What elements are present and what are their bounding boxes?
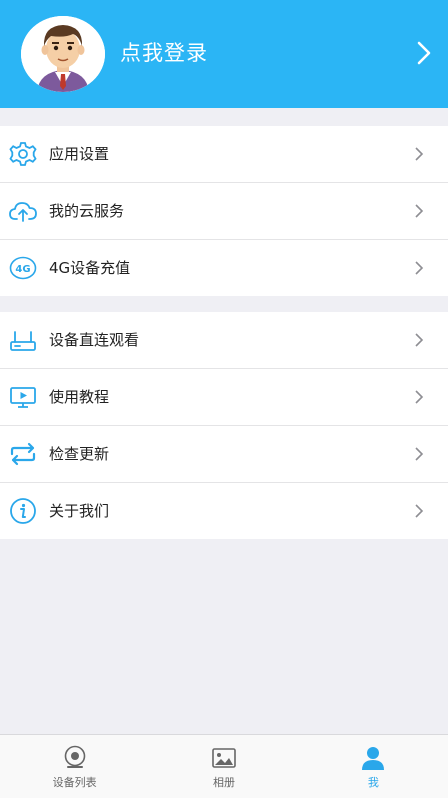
menu-item-label: 4G设备充值 <box>49 259 131 277</box>
tab-me[interactable]: 我 <box>299 735 448 798</box>
album-icon <box>212 748 236 768</box>
menu-item-label: 设备直连观看 <box>49 331 140 349</box>
avatar[interactable] <box>21 16 105 92</box>
menu-item-label: 检查更新 <box>49 445 110 463</box>
person-icon <box>362 747 385 770</box>
menu-item-about-us[interactable]: 关于我们 <box>0 483 448 539</box>
chevron-right-icon <box>415 261 424 275</box>
menu-item-check-update[interactable]: 检查更新 <box>0 426 448 483</box>
tab-label: 我 <box>367 776 379 789</box>
tab-album[interactable]: 相册 <box>149 735 298 798</box>
4g-icon: 4G <box>9 256 37 280</box>
info-icon <box>10 498 36 524</box>
menu-item-tutorial[interactable]: 使用教程 <box>0 369 448 426</box>
chevron-right-icon <box>415 204 424 218</box>
menu-group-2: 设备直连观看 使用教程 检查更新 关于我们 <box>0 312 448 539</box>
menu-group-1: 应用设置 我的云服务 4G 4G设备充值 <box>0 126 448 296</box>
chevron-right-icon <box>415 333 424 347</box>
tab-device-list[interactable]: 设备列表 <box>0 735 149 798</box>
chevron-right-icon[interactable] <box>416 40 432 66</box>
tab-label: 设备列表 <box>52 776 97 789</box>
menu-item-label: 使用教程 <box>49 388 110 406</box>
refresh-arrows-icon <box>10 442 36 466</box>
menu-item-label: 应用设置 <box>49 145 110 163</box>
login-label[interactable]: 点我登录 <box>120 38 208 68</box>
menu-item-app-settings[interactable]: 应用设置 <box>0 126 448 183</box>
menu-item-label: 关于我们 <box>49 502 110 520</box>
chevron-right-icon <box>415 147 424 161</box>
tab-label: 相册 <box>212 776 235 789</box>
menu-item-4g-recharge[interactable]: 4G 4G设备充值 <box>0 240 448 296</box>
login-header[interactable]: 点我登录 <box>0 0 448 108</box>
camera-icon <box>64 745 85 768</box>
cartoon-boy-avatar-icon <box>21 16 105 92</box>
video-tutorial-icon <box>10 387 36 408</box>
bottom-tab-bar: 设备列表 相册 我 <box>0 734 448 798</box>
menu-item-direct-connect[interactable]: 设备直连观看 <box>0 312 448 369</box>
chevron-right-icon <box>415 504 424 518</box>
cloud-upload-icon <box>9 202 37 222</box>
menu-item-label: 我的云服务 <box>49 202 125 220</box>
menu-item-cloud-service[interactable]: 我的云服务 <box>0 183 448 240</box>
svg-text:4G: 4G <box>15 264 30 275</box>
chevron-right-icon <box>415 390 424 404</box>
gear-icon <box>9 142 37 166</box>
router-icon <box>10 331 36 351</box>
chevron-right-icon <box>415 447 424 461</box>
